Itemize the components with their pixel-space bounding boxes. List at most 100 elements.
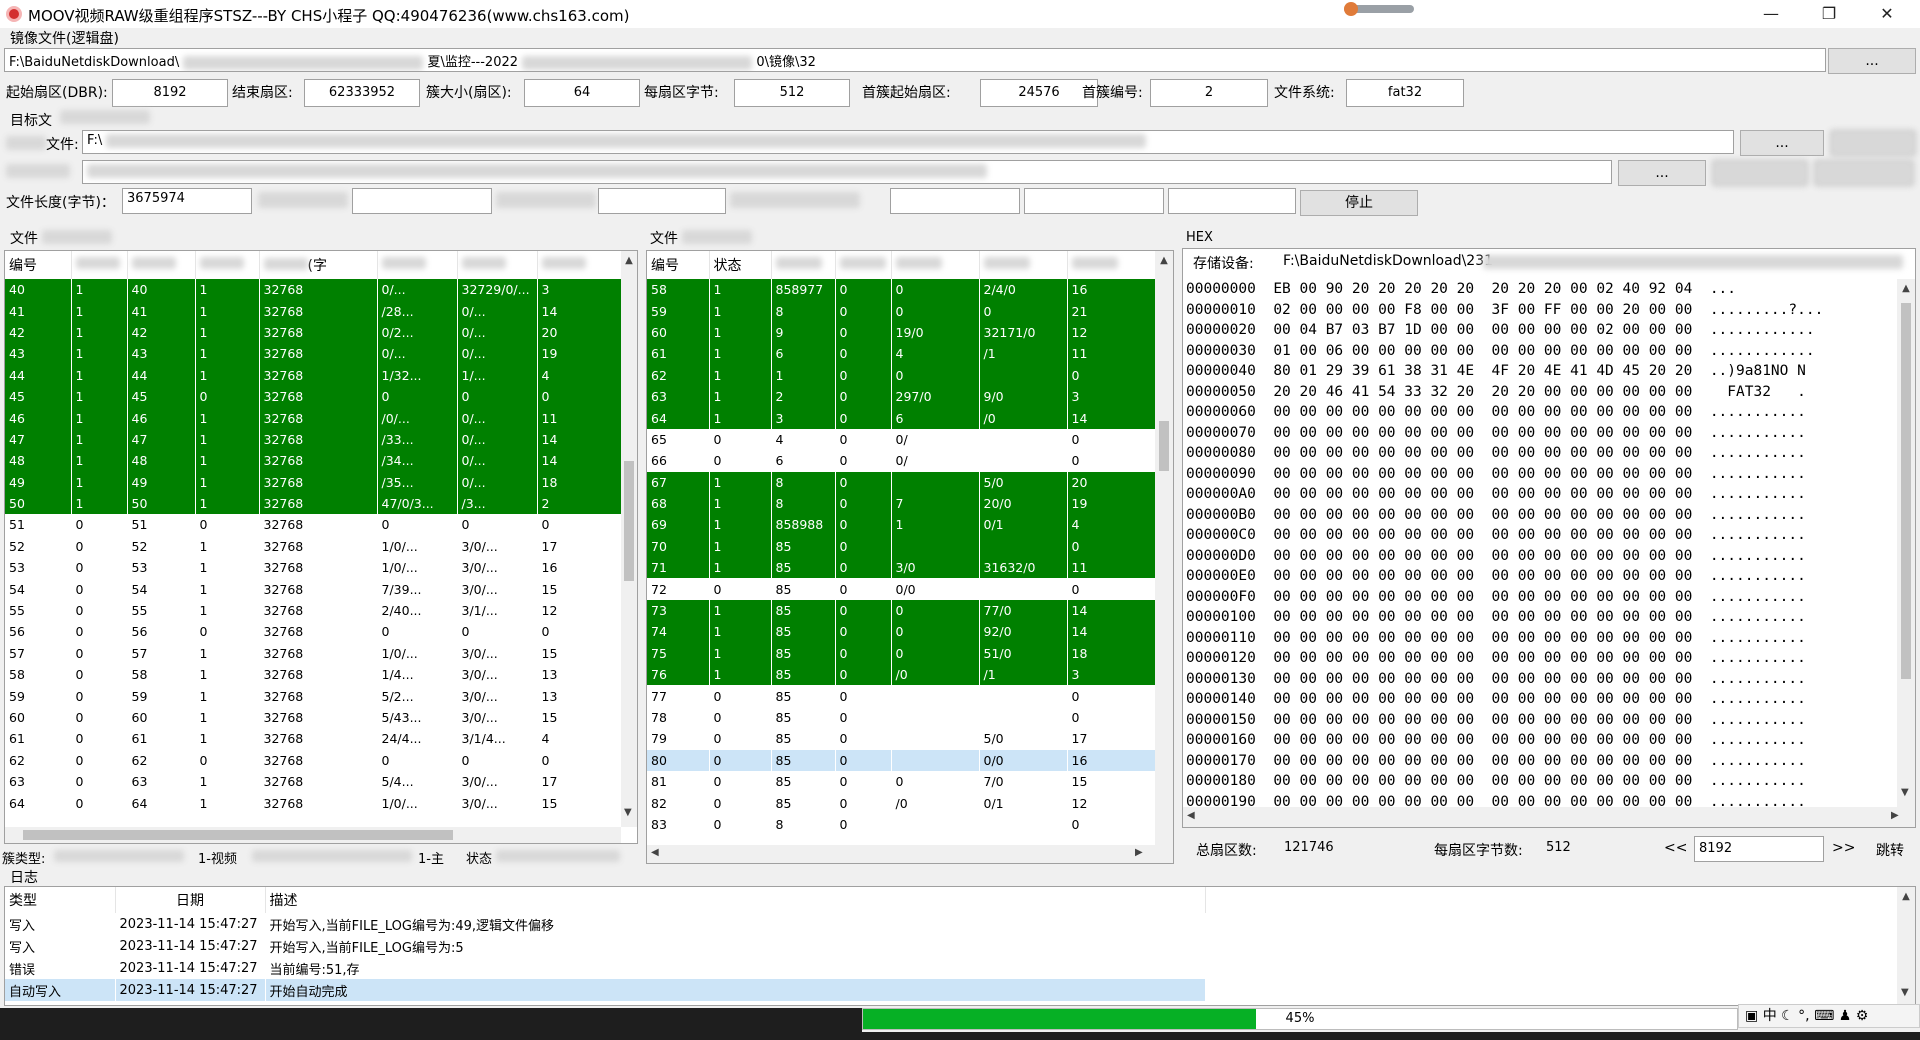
left-col-header[interactable] xyxy=(377,251,458,279)
table-row[interactable]: 78 0 85 0 0 xyxy=(647,706,1156,729)
hex-line[interactable]: 00000040 80 01 29 39 61 38 31 4E 4F 20 4… xyxy=(1186,361,1895,382)
hex-line[interactable]: 000000E0 00 00 00 00 00 00 00 00 00 00 0… xyxy=(1186,566,1895,587)
mid-hscroll[interactable]: ◀ ▶ xyxy=(647,845,1173,863)
scroll-up-icon[interactable]: ▲ xyxy=(1897,891,1915,902)
table-row[interactable]: 50 1 50 1 32768 47/0/3.../3... 2 xyxy=(5,492,622,515)
table-row[interactable]: 80 0 85 0 0/0 16 xyxy=(647,749,1156,771)
hex-line[interactable]: 00000130 00 00 00 00 00 00 00 00 00 00 0… xyxy=(1186,669,1895,690)
param-field[interactable]: 24576 xyxy=(980,79,1098,107)
ime-icon[interactable]: ▣ xyxy=(1745,1008,1758,1024)
left-col-header[interactable] xyxy=(195,251,260,279)
table-row[interactable]: 76 1 85 0/0/1 3 xyxy=(647,664,1156,686)
hex-dump[interactable]: 00000000 EB 00 90 20 20 20 20 20 20 20 2… xyxy=(1183,279,1895,807)
scroll-left-icon[interactable]: ◀ xyxy=(1187,810,1195,821)
hex-line[interactable]: 000000F0 00 00 00 00 00 00 00 00 00 00 0… xyxy=(1186,587,1895,608)
left-hscroll-thumb[interactable] xyxy=(23,830,453,840)
mid-col-header[interactable] xyxy=(771,251,836,279)
table-row[interactable]: 53 0 53 1 32768 1/0/... 3/0/... 16 xyxy=(5,557,622,579)
hex-line[interactable]: 000000B0 00 00 00 00 00 00 00 00 00 00 0… xyxy=(1186,505,1895,526)
table-row[interactable]: 40 1 40 1 32768 0/... 32729/0/... 3 xyxy=(5,279,622,301)
left-col-header[interactable] xyxy=(127,251,196,279)
image-path-field[interactable]: F:\BaiduNetdiskDownload\ 夏\监控---2022 0\镜… xyxy=(4,48,1826,72)
table-row[interactable]: 62 1 1 0 0 0 xyxy=(647,364,1156,386)
table-row[interactable]: 54 0 54 1 32768 7/39... 3/0/... 15 xyxy=(5,578,622,600)
left-col-header[interactable] xyxy=(71,251,128,279)
hex-line[interactable]: 00000160 00 00 00 00 00 00 00 00 00 00 0… xyxy=(1186,730,1895,751)
hex-line[interactable]: 00000070 00 00 00 00 00 00 00 00 00 00 0… xyxy=(1186,423,1895,444)
hex-line[interactable]: 000000A0 00 00 00 00 00 00 00 00 00 00 0… xyxy=(1186,484,1895,505)
table-row[interactable]: 47 1 47 1 32768/33... 0/... 14 xyxy=(5,428,622,451)
target-file-field[interactable]: F:\ xyxy=(82,130,1734,154)
table-row[interactable]: 63 0 63 1 32768 5/4... 3/0/... 17 xyxy=(5,770,622,793)
hex-line[interactable]: 00000050 20 20 46 41 54 33 32 20 20 20 0… xyxy=(1186,382,1895,403)
mid-col-header[interactable]: 状态 xyxy=(709,251,772,279)
scroll-down-icon[interactable]: ▼ xyxy=(1901,787,1909,798)
jump-button[interactable]: 跳转 xyxy=(1876,840,1904,860)
log-row[interactable]: 写入 2023-11-14 15:47:27 开始写入,当前FILE_LOG编号为:… xyxy=(5,935,1206,957)
log-row[interactable]: 错误 2023-11-14 15:47:27 当前编号:51,存 xyxy=(5,957,1206,979)
table-row[interactable]: 75 1 85 0 0 51/0 18 xyxy=(647,642,1156,665)
table-row[interactable]: 73 1 85 0 0 77/0 14 xyxy=(647,599,1156,622)
table-row[interactable]: 48 1 48 1 32768/34... 0/... 14 xyxy=(5,450,622,472)
scroll-down-icon[interactable]: ▼ xyxy=(624,807,632,818)
param-field[interactable]: 512 xyxy=(734,79,850,107)
hex-line[interactable]: 00000110 00 00 00 00 00 00 00 00 00 00 0… xyxy=(1186,628,1895,649)
table-row[interactable]: 57 0 57 1 32768 1/0/... 3/0/... 15 xyxy=(5,642,622,665)
left-col-header[interactable]: 编号 xyxy=(5,251,72,279)
table-row[interactable]: 70 1 85 0 0 xyxy=(647,535,1156,558)
table-row[interactable]: 64 0 64 1 32768 1/0/... 3/0/... 15 xyxy=(5,792,622,814)
table-row[interactable]: 41 1 41 1 32768/28... 0/... 14 xyxy=(5,300,622,322)
second-action-button-1[interactable] xyxy=(1712,160,1808,186)
table-row[interactable]: 67 1 8 0 5/0 20 xyxy=(647,471,1156,493)
hex-line[interactable]: 00000190 00 00 00 00 00 00 00 00 00 00 0… xyxy=(1186,792,1895,808)
hex-line[interactable]: 00000100 00 00 00 00 00 00 00 00 00 00 0… xyxy=(1186,607,1895,628)
file-length-field[interactable]: 3675974 xyxy=(122,188,252,214)
scroll-up-icon[interactable]: ▲ xyxy=(1897,283,1915,294)
log-col-header[interactable]: 类型 xyxy=(5,887,116,913)
ime-lang[interactable]: 中 xyxy=(1763,1008,1777,1024)
log-col-header[interactable]: 描述 xyxy=(265,887,1206,913)
hex-line[interactable]: 00000080 00 00 00 00 00 00 00 00 00 00 0… xyxy=(1186,443,1895,464)
left-vscroll[interactable]: ▲ ▼ xyxy=(621,251,637,827)
target-action-button[interactable] xyxy=(1830,130,1916,156)
scroll-up-icon[interactable]: ▲ xyxy=(621,255,637,266)
mid-col-header[interactable] xyxy=(1067,251,1156,279)
ime-keyboard-icon[interactable]: ⌨ xyxy=(1814,1008,1834,1024)
file-field-2[interactable] xyxy=(352,188,492,214)
ime-toolbar[interactable]: ▣ 中 ☾ °, ⌨ ♟ ⚙ xyxy=(1738,1004,1920,1028)
table-row[interactable]: 66 0 6 0 0/0 xyxy=(647,450,1156,472)
scroll-up-icon[interactable]: ▲ xyxy=(1155,255,1173,266)
hex-line[interactable]: 000000D0 00 00 00 00 00 00 00 00 00 00 0… xyxy=(1186,546,1895,567)
target-browse-button[interactable]: ... xyxy=(1740,130,1824,156)
scroll-right-icon[interactable]: ▶ xyxy=(1135,847,1143,858)
hex-line[interactable]: 00000030 01 00 06 00 00 00 00 00 00 00 0… xyxy=(1186,341,1895,362)
left-col-header[interactable]: (字 xyxy=(259,251,378,279)
minimize-button[interactable]: — xyxy=(1748,0,1794,28)
table-row[interactable]: 51 0 51 0 32768 0 0 0 xyxy=(5,514,622,536)
table-row[interactable]: 52 0 52 1 32768 1/0/... 3/0/... 17 xyxy=(5,535,622,558)
table-row[interactable]: 60 0 60 1 32768 5/43... 3/0/... 15 xyxy=(5,706,622,729)
left-vscroll-thumb[interactable] xyxy=(624,461,634,581)
hex-hscroll[interactable]: ◀ ▶ xyxy=(1183,807,1915,827)
table-row[interactable]: 46 1 46 1 32768/0/... 0/... 11 xyxy=(5,407,622,429)
hex-line[interactable]: 00000120 00 00 00 00 00 00 00 00 00 00 0… xyxy=(1186,648,1895,669)
param-field[interactable]: 64 xyxy=(524,79,640,107)
left-col-header[interactable] xyxy=(457,251,538,279)
table-row[interactable]: 49 1 49 1 32768/35... 0/... 18 xyxy=(5,471,622,493)
table-row[interactable]: 56 0 56 0 32768 0 0 0 xyxy=(5,621,622,643)
param-field[interactable]: 2 xyxy=(1150,79,1268,107)
hex-line[interactable]: 00000000 EB 00 90 20 20 20 20 20 20 20 2… xyxy=(1186,279,1895,300)
ime-punct-icon[interactable]: °, xyxy=(1798,1008,1809,1024)
ime-user-icon[interactable]: ♟ xyxy=(1839,1008,1852,1024)
table-row[interactable]: 55 0 55 1 32768 2/40... 3/1/... 12 xyxy=(5,599,622,622)
ime-settings-icon[interactable]: ⚙ xyxy=(1856,1008,1869,1024)
param-field[interactable]: 8192 xyxy=(112,79,228,107)
table-row[interactable]: 72 0 85 0 0/0 0 xyxy=(647,578,1156,600)
hex-vscroll[interactable]: ▲ ▼ xyxy=(1897,279,1915,807)
maximize-button[interactable]: ❐ xyxy=(1806,0,1852,28)
hex-line[interactable]: 000000C0 00 00 00 00 00 00 00 00 00 00 0… xyxy=(1186,525,1895,546)
log-vscroll[interactable]: ▲ ▼ xyxy=(1897,887,1915,1005)
hex-line[interactable]: 00000060 00 00 00 00 00 00 00 00 00 00 0… xyxy=(1186,402,1895,423)
table-row[interactable]: 74 1 85 0 0 92/0 14 xyxy=(647,621,1156,643)
table-row[interactable]: 71 1 85 0 3/0 31632/0 11 xyxy=(647,557,1156,579)
